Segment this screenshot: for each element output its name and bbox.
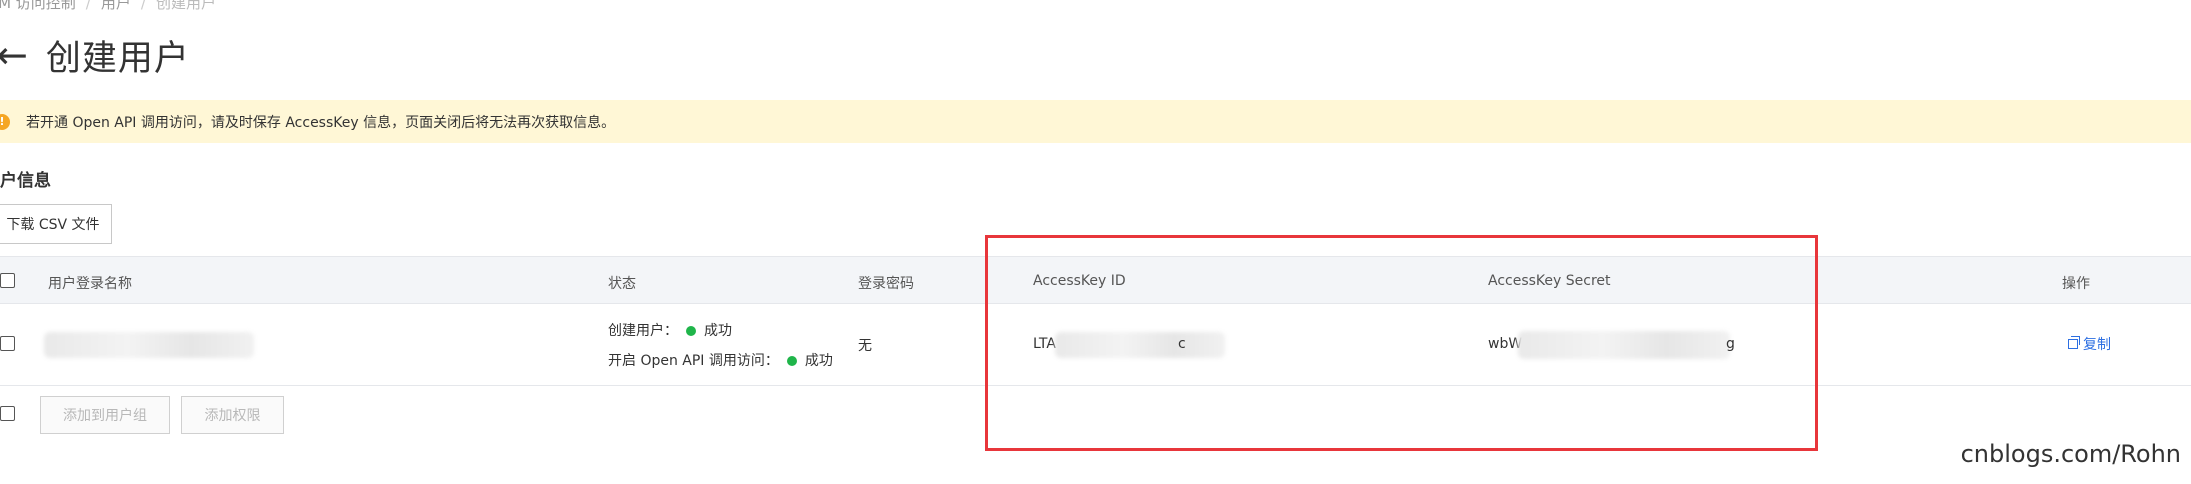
bulk-select-checkbox[interactable] [0, 406, 15, 421]
password-value: 无 [858, 338, 872, 354]
row-checkbox[interactable] [0, 336, 15, 351]
copy-label: 复制 [2083, 337, 2111, 353]
status-open-api: 开启 Open API 调用访问： 成功 [608, 350, 833, 370]
watermark: cnblogs.com/Rohn [1960, 440, 2181, 468]
warning-icon: ! [0, 113, 10, 130]
breadcrumb-item-create: 创建用户 [155, 0, 216, 12]
page-title: 创建用户 [45, 38, 190, 79]
status-create-label: 创建用户： [608, 323, 678, 339]
add-permission-button[interactable]: 添加权限 [181, 396, 284, 434]
success-dot-icon [686, 326, 696, 336]
column-header-status: 状态 [608, 276, 636, 292]
back-arrow-icon[interactable]: ← [0, 36, 28, 74]
alert-text: 若开通 Open API 调用访问，请及时保存 AccessKey 信息，页面关… [26, 114, 616, 131]
select-all-checkbox[interactable] [0, 273, 15, 288]
warning-alert: ! 若开通 Open API 调用访问，请及时保存 AccessKey 信息，页… [0, 100, 2191, 143]
column-header-actions: 操作 [2062, 276, 2090, 292]
section-title: 户信息 [0, 171, 51, 191]
download-csv-button[interactable]: 下载 CSV 文件 [0, 204, 112, 244]
success-dot-icon [786, 356, 797, 366]
add-to-group-button[interactable]: 添加到用户组 [40, 396, 170, 434]
column-header-login-name: 用户登录名称 [48, 276, 132, 292]
breadcrumb-separator: / [140, 0, 146, 12]
status-api-value: 成功 [804, 353, 833, 369]
status-api-label: 开启 Open API 调用访问： [608, 353, 779, 369]
highlight-box [985, 235, 1818, 451]
breadcrumb: RAM 访问控制 / 用户 / 创建用户 [0, 0, 216, 13]
breadcrumb-item-ram[interactable]: RAM 访问控制 [0, 0, 76, 12]
breadcrumb-item-users[interactable]: 用户 [101, 0, 131, 12]
page-header: ← 创建用户 [0, 30, 190, 80]
copy-link[interactable]: 复制 [2068, 334, 2111, 354]
breadcrumb-separator: / [85, 0, 91, 12]
redacted-login-name [44, 332, 254, 358]
status-create-value: 成功 [704, 323, 732, 339]
status-create-user: 创建用户： 成功 [608, 320, 732, 340]
column-header-password: 登录密码 [858, 276, 914, 292]
copy-icon [2068, 336, 2080, 349]
